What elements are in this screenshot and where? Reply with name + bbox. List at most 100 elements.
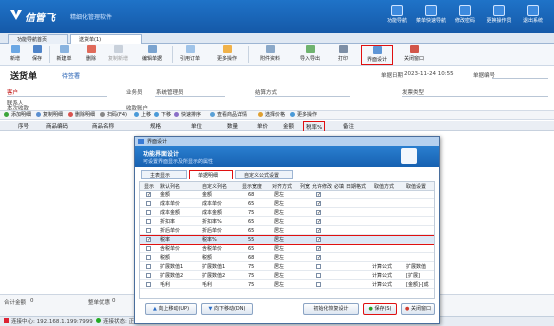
table-row[interactable]: 税额 税额 68 居左 ✓ — [140, 254, 434, 262]
required-checkbox[interactable]: ✓ — [316, 228, 321, 234]
move-up-button[interactable]: ▲ 向上移动(UP) — [145, 303, 197, 315]
col-unit[interactable]: 单位 — [191, 122, 202, 130]
more-actions-button[interactable]: 更多操作 — [210, 45, 244, 65]
restore-design-button[interactable]: 初始化恢复设计 — [303, 303, 359, 315]
function-nav-button[interactable]: 功能导航 — [380, 3, 414, 31]
ui-design-button[interactable]: 界面设计 — [361, 45, 393, 65]
cell-w[interactable]: 75 — [248, 263, 254, 271]
cell-w[interactable]: 75 — [248, 209, 254, 217]
table-row[interactable]: ✓ 金额 金额 68 居左 ✓ — [140, 191, 434, 199]
close-window-button[interactable]: 关闭窗口 — [400, 45, 428, 65]
cell-cust[interactable]: 扩展数值1 — [202, 263, 225, 271]
show-checkbox[interactable] — [146, 282, 151, 287]
col-remark[interactable]: 备注 — [343, 122, 354, 130]
dialog-titlebar[interactable]: 界面设计 — [135, 137, 439, 146]
table-row[interactable]: 成本单价 成本单价 65 居左 ✓ — [140, 200, 434, 208]
col-qty[interactable]: 数量 — [227, 122, 238, 130]
tab-home[interactable]: 功能导航首页 — [8, 34, 68, 44]
save-button[interactable]: ● 保存(S) — [363, 303, 397, 315]
cell-cust[interactable]: 毛利 — [202, 281, 212, 289]
col-name[interactable]: 商品名称 — [92, 122, 114, 130]
cell-cust[interactable]: 金额 — [202, 191, 212, 199]
exit-button[interactable]: 退出系统 — [516, 3, 550, 31]
switch-user-button[interactable]: 更换操作员 — [482, 3, 516, 31]
col-amount[interactable]: 金额 — [283, 122, 294, 130]
close-window-button[interactable]: ● 关闭窗口 — [401, 303, 435, 315]
table-row[interactable]: 成本金额 成本金额 75 居左 ✓ — [140, 209, 434, 217]
table-row[interactable]: ✓ 税率 税率% 55 居左 ✓ — [140, 235, 434, 245]
more-detail-actions[interactable]: 更多操作 — [290, 111, 317, 118]
col-code[interactable]: 商品编码 — [46, 122, 68, 130]
show-checkbox[interactable] — [146, 210, 151, 215]
settle-field[interactable] — [255, 96, 350, 97]
required-checkbox[interactable] — [316, 264, 321, 269]
quick-sort-button[interactable]: 快速排序 — [174, 111, 201, 118]
table-row[interactable]: 扩展数值2 扩展数值2 75 居左 计算公式 [扩展] — [140, 272, 434, 280]
cell-w[interactable]: 65 — [248, 200, 254, 208]
import-export-button[interactable]: 导入导出 — [294, 45, 326, 65]
cell-w[interactable]: 75 — [248, 272, 254, 280]
doc-no-field[interactable] — [492, 78, 548, 79]
select-price-button[interactable]: 选择价格 — [258, 111, 285, 118]
required-checkbox[interactable]: ✓ — [316, 192, 321, 198]
discount-field[interactable]: 0 — [112, 298, 116, 304]
tab-custom-formula[interactable]: 自定义公式设置 — [235, 170, 293, 179]
required-checkbox[interactable]: ✓ — [316, 237, 321, 243]
print-button[interactable]: 打印 — [332, 45, 354, 65]
table-row[interactable]: 折扣率 折扣率% 65 居左 ✓ — [140, 218, 434, 226]
col-price[interactable]: 单价 — [257, 122, 268, 130]
table-row[interactable]: 含税单价 含税单价 65 居左 ✓ — [140, 245, 434, 253]
attachments-button[interactable]: 附件资料 — [254, 45, 286, 65]
required-checkbox[interactable]: ✓ — [316, 201, 321, 207]
show-checkbox[interactable] — [146, 246, 151, 251]
col-spec[interactable]: 规格 — [150, 122, 161, 130]
date-field[interactable]: 2023-11-24 10:55 — [404, 71, 454, 77]
table-row[interactable]: 折后单价 折后单价 65 居左 ✓ — [140, 227, 434, 235]
cell-cust[interactable]: 税率% — [202, 236, 217, 244]
tab-doc-detail[interactable]: 单据明细 — [189, 170, 233, 179]
new-button[interactable]: 新增 — [6, 45, 24, 65]
required-checkbox[interactable] — [316, 273, 321, 278]
invoice-field[interactable] — [402, 96, 548, 97]
show-checkbox[interactable] — [146, 273, 151, 278]
tab-main-display[interactable]: 主表显示 — [141, 170, 187, 179]
required-checkbox[interactable] — [316, 282, 321, 287]
delete-button[interactable]: 删除 — [82, 45, 100, 65]
show-checkbox[interactable] — [146, 228, 151, 233]
table-row[interactable]: 扩展数值1 扩展数值1 75 居左 计算公式 扩展数值 — [140, 263, 434, 271]
move-up-button[interactable]: 上移 — [134, 111, 151, 118]
copy-detail-button[interactable]: 复制明细 — [36, 111, 63, 118]
cell-w[interactable]: 68 — [248, 254, 254, 262]
required-checkbox[interactable]: ✓ — [316, 246, 321, 252]
show-checkbox[interactable] — [146, 255, 151, 260]
cell-w[interactable]: 65 — [248, 227, 254, 235]
cell-cust[interactable]: 含税单价 — [202, 245, 222, 253]
required-checkbox[interactable]: ✓ — [316, 210, 321, 216]
cell-cust[interactable]: 折后单价 — [202, 227, 222, 235]
view-product-button[interactable]: 查看商品详情 — [210, 111, 247, 118]
col-seq[interactable]: 序号 — [18, 122, 29, 130]
cell-w[interactable]: 65 — [248, 245, 254, 253]
show-checkbox[interactable] — [146, 264, 151, 269]
cell-cust[interactable]: 折扣率% — [202, 218, 222, 226]
show-checkbox[interactable]: ✓ — [146, 237, 151, 243]
table-row[interactable]: 毛利 毛利 75 居左 计算公式 [金额]-[成 — [140, 281, 434, 289]
move-down-button[interactable]: 下移 — [154, 111, 171, 118]
edit-doc-button[interactable]: 编辑单据 — [138, 45, 166, 65]
add-detail-button[interactable]: 添加明细 — [4, 111, 31, 118]
scan-button[interactable]: 扫码(F4) — [100, 111, 127, 118]
cell-w[interactable]: 68 — [248, 191, 254, 199]
reference-order-button[interactable]: 引用订单 — [176, 45, 204, 65]
delete-detail-button[interactable]: 删除明细 — [68, 111, 95, 118]
show-checkbox[interactable]: ✓ — [146, 192, 151, 198]
cell-w[interactable]: 75 — [248, 281, 254, 289]
cell-cust[interactable]: 税额 — [202, 254, 212, 262]
customer-field[interactable] — [7, 96, 107, 97]
save-button[interactable]: 保存 — [28, 45, 46, 65]
cell-w[interactable]: 55 — [248, 236, 254, 244]
tab-delivery-note[interactable]: 送货单(1) — [70, 34, 142, 44]
cell-cust[interactable]: 扩展数值2 — [202, 272, 225, 280]
copy-new-button[interactable]: 复制新增 — [104, 45, 132, 65]
menu-nav-button[interactable]: 菜单快速导航 — [414, 3, 448, 31]
cell-w[interactable]: 65 — [248, 218, 254, 226]
